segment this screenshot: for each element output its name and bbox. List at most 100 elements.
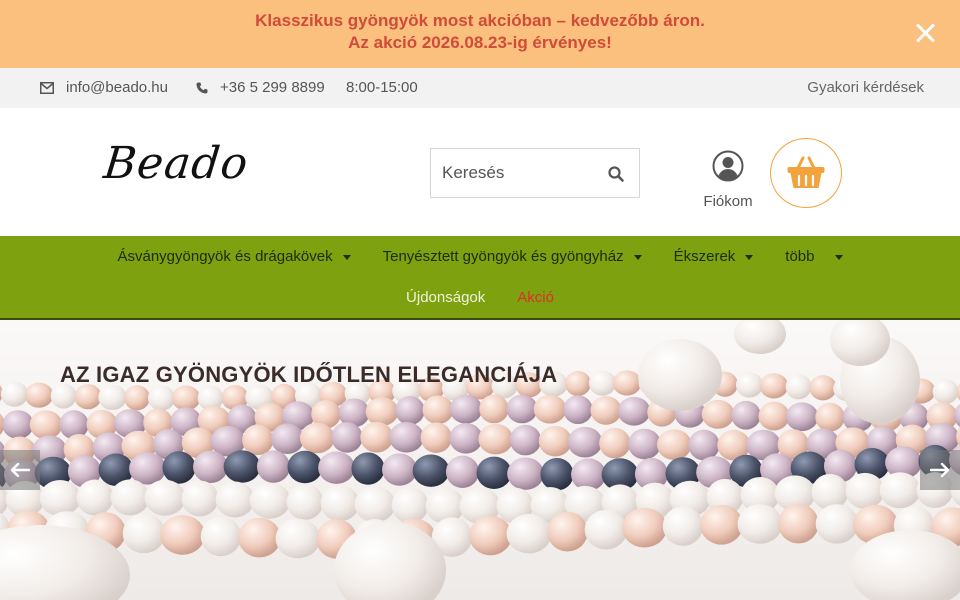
account-label: Fiókom — [703, 193, 753, 210]
pearl — [365, 397, 399, 426]
pearl — [242, 424, 274, 456]
pearl — [628, 428, 661, 460]
pearl — [662, 506, 704, 546]
logo[interactable]: Beado — [101, 138, 251, 189]
pearl — [506, 513, 552, 554]
pearl — [565, 370, 591, 397]
nav-item-cultured-pearls[interactable]: Tenyésztett gyöngyök és gyöngyház — [367, 246, 658, 268]
pearl — [815, 504, 859, 544]
pearl — [391, 487, 429, 524]
pearl — [287, 450, 323, 484]
pearl — [223, 450, 261, 483]
pearl — [2, 410, 34, 440]
pearl — [200, 516, 242, 557]
nav-item-new[interactable]: Újdonságok — [390, 287, 501, 309]
pearl — [59, 410, 89, 440]
pearl — [286, 483, 324, 520]
opening-hours: 8:00-15:00 — [346, 68, 418, 108]
nav-row-primary: Ásványgyöngyök és drágakövek Tenyésztett… — [0, 246, 960, 268]
chevron-down-icon — [834, 254, 843, 260]
slider-prev-button[interactable] — [0, 450, 40, 490]
pearl — [0, 381, 29, 407]
pearl — [389, 421, 424, 453]
pearl — [509, 424, 542, 456]
pearl — [735, 372, 764, 398]
account-button[interactable]: Fiókom — [698, 150, 758, 210]
search-icon[interactable] — [607, 165, 625, 183]
pearl — [238, 517, 281, 558]
pearl — [351, 452, 385, 485]
pearl — [162, 451, 196, 484]
pearl — [124, 385, 150, 411]
pearl — [420, 422, 452, 453]
phone-contact[interactable]: +36 5 299 8899 — [196, 68, 325, 108]
pearl — [932, 378, 959, 405]
pearl — [612, 370, 642, 396]
pearl — [656, 429, 692, 460]
pearl — [360, 421, 394, 453]
site-header: Beado Fiókom — [0, 108, 960, 236]
pearl — [538, 425, 572, 457]
pearl — [422, 395, 454, 425]
pearl — [76, 479, 114, 516]
pearl — [275, 518, 321, 559]
main-navigation: Ásványgyöngyök és drágakövek Tenyésztett… — [0, 236, 960, 320]
pearl — [815, 402, 845, 432]
pearl — [160, 515, 205, 555]
promo-line-1: Klasszikus gyöngyök most akcióban – kedv… — [255, 11, 705, 30]
pearl — [144, 479, 186, 516]
hero-slider: AZ IGAZ GYÖNGYÖK IDŐTLEN ELEGANCIÁJA — [0, 320, 960, 600]
pearl — [547, 511, 588, 552]
email-contact[interactable]: info@beado.hu — [40, 68, 168, 108]
pearl — [599, 427, 631, 459]
pearl — [701, 399, 735, 429]
pearl — [445, 455, 480, 489]
pearl — [533, 394, 567, 424]
pearl — [845, 472, 885, 509]
pearl — [507, 457, 544, 490]
nav-item-sale[interactable]: Akció — [501, 287, 570, 309]
search-box — [430, 148, 640, 198]
pearl — [147, 385, 176, 411]
pearl — [809, 375, 837, 401]
pearl — [256, 450, 291, 483]
top-info-bar: info@beado.hu +36 5 299 8899 8:00-15:00 … — [0, 68, 960, 108]
close-icon[interactable] — [914, 22, 936, 44]
nav-item-jewelry[interactable]: Ékszerek — [658, 246, 770, 268]
pearl — [590, 395, 622, 425]
pearl — [320, 485, 360, 522]
pearl — [478, 423, 514, 455]
nav-item-minerals[interactable]: Ásványgyöngyök és drágakövek — [101, 246, 366, 268]
pearl — [778, 503, 819, 544]
pearl — [588, 370, 617, 396]
phone-icon — [196, 82, 208, 94]
pearl — [299, 422, 335, 454]
pearl — [395, 396, 425, 425]
pearl — [622, 507, 667, 548]
nav-label: Ásványgyöngyök és drágakövek — [117, 248, 333, 265]
pearl — [731, 400, 761, 430]
promo-banner: Klasszikus gyöngyök most akcióban – kedv… — [0, 0, 960, 68]
pearl — [129, 452, 166, 485]
pearl — [758, 401, 790, 431]
faq-link[interactable]: Gyakori kérdések — [807, 68, 924, 108]
pearl — [39, 479, 81, 516]
pearl — [193, 450, 228, 484]
pearl — [811, 473, 849, 510]
search-input[interactable] — [431, 149, 591, 197]
pearl — [759, 373, 789, 399]
arrow-right-icon — [930, 463, 950, 477]
cart-button[interactable] — [770, 138, 842, 208]
pearl — [617, 396, 651, 426]
pearl — [382, 453, 417, 486]
nav-label: Tenyésztett gyöngyök és gyöngyház — [382, 248, 624, 265]
pearl — [354, 486, 396, 523]
nav-item-more[interactable]: több — [769, 246, 858, 268]
phone-text: +36 5 299 8899 — [220, 79, 325, 96]
pearl — [469, 515, 512, 556]
pearl — [412, 454, 450, 487]
slider-next-button[interactable] — [920, 450, 960, 490]
envelope-icon — [40, 82, 54, 94]
chevron-down-icon — [633, 254, 642, 260]
pearl — [785, 402, 819, 432]
